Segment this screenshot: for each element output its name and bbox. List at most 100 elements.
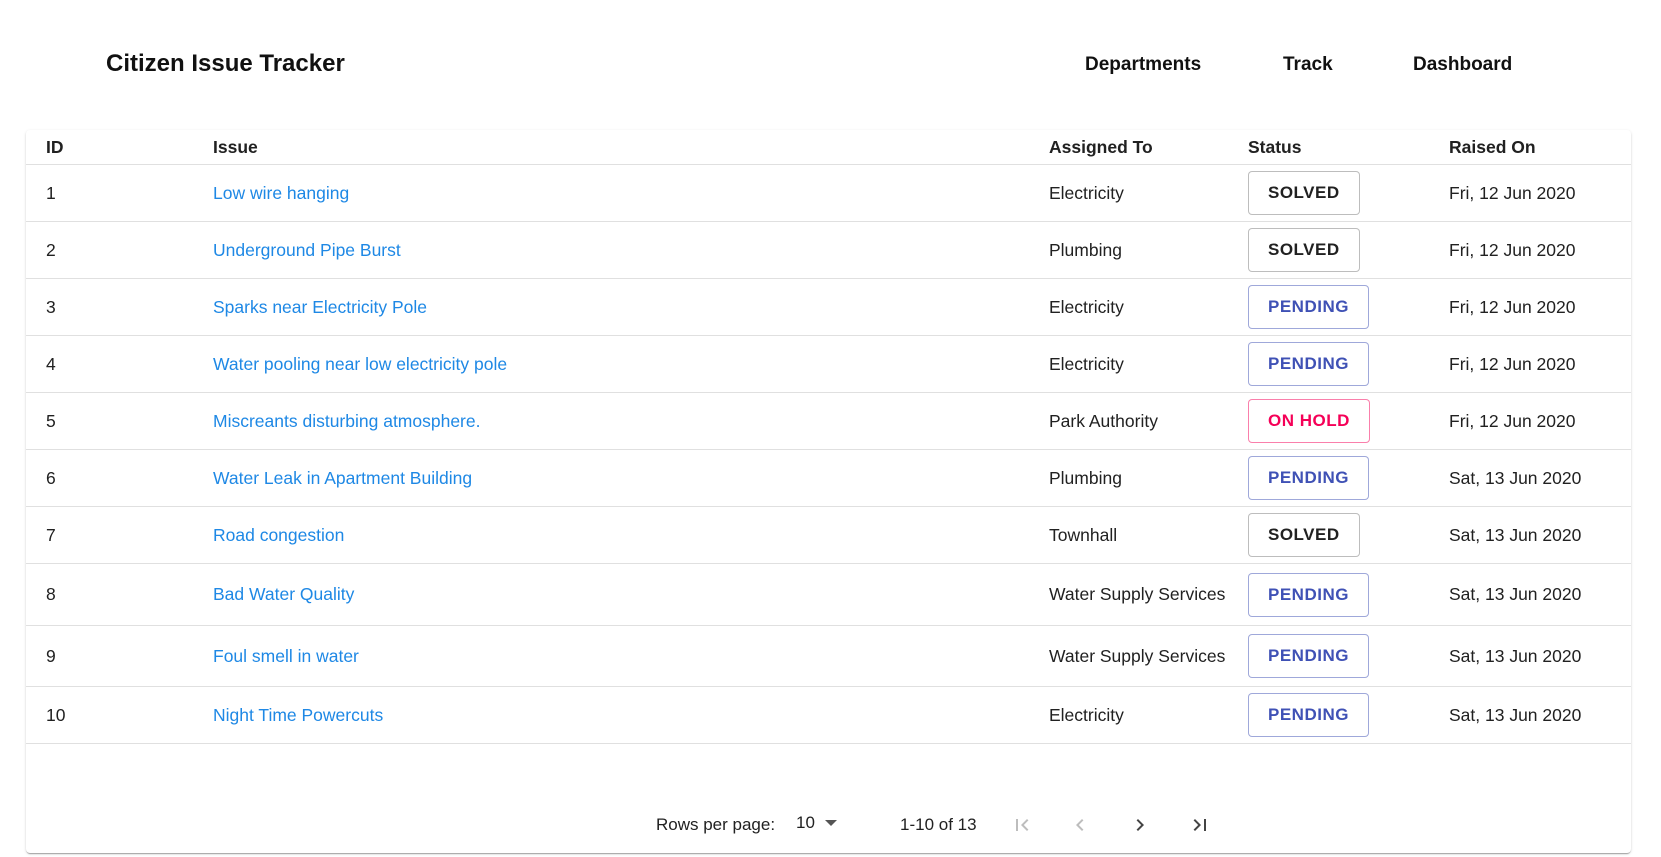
issue-link[interactable]: Low wire hanging bbox=[213, 183, 349, 204]
table-row: 6 Water Leak in Apartment Building Plumbin… bbox=[26, 450, 1631, 507]
row-id: 8 bbox=[46, 584, 56, 604]
row-id: 3 bbox=[46, 296, 56, 317]
last-page-button[interactable] bbox=[1184, 809, 1216, 841]
table-row: 2 Underground Pipe Burst Plumbing SOLVED Fri… bbox=[26, 222, 1631, 279]
table-row: 10 Night Time Powercuts Electricity PENDING… bbox=[26, 687, 1631, 744]
raised-on-date: Sat, 13 Jun 2020 bbox=[1449, 467, 1582, 488]
issue-link[interactable]: Bad Water Quality bbox=[213, 584, 354, 605]
issue-cell: Water Leak in Apartment Building bbox=[213, 450, 1013, 506]
assigned-to: Townhall bbox=[1049, 524, 1118, 545]
row-id: 6 bbox=[46, 467, 56, 488]
issue-cell: Bad Water Quality bbox=[213, 564, 1013, 625]
issue-link[interactable]: Water Leak in Apartment Building bbox=[213, 468, 472, 489]
table-row: 5 Miscreants disturbing atmosphere. Park A… bbox=[26, 393, 1631, 450]
status-cell: PENDING bbox=[1248, 626, 1438, 686]
next-page-button[interactable] bbox=[1124, 809, 1156, 841]
status-cell: PENDING bbox=[1248, 564, 1438, 625]
raised-on-date: Fri, 12 Jun 2020 bbox=[1449, 182, 1576, 203]
issue-link[interactable]: Water pooling near low electricity pole bbox=[213, 354, 507, 375]
column-header-status[interactable]: Status bbox=[1248, 130, 1438, 164]
raised-on-date: Sat, 13 Jun 2020 bbox=[1449, 584, 1582, 604]
table-row: 9 Foul smell in water Water Supply Service… bbox=[26, 626, 1631, 687]
issue-cell: Sparks near Electricity Pole bbox=[213, 279, 1013, 335]
previous-page-button[interactable] bbox=[1064, 809, 1096, 841]
issue-link[interactable]: Road congestion bbox=[213, 525, 344, 546]
row-id: 5 bbox=[46, 410, 56, 431]
status-cell: SOLVED bbox=[1248, 222, 1438, 278]
column-header-id[interactable]: ID bbox=[46, 130, 196, 164]
assigned-to: Plumbing bbox=[1049, 239, 1122, 260]
assigned-to: Park Authority bbox=[1049, 410, 1158, 431]
status-button[interactable]: ON HOLD bbox=[1248, 399, 1370, 443]
assigned-to: Water Supply Services bbox=[1049, 645, 1226, 666]
nav-dashboard[interactable]: Dashboard bbox=[1413, 54, 1512, 76]
issue-link[interactable]: Underground Pipe Burst bbox=[213, 240, 401, 261]
row-id: 10 bbox=[46, 704, 66, 725]
column-header-assigned-to[interactable]: Assigned To bbox=[1049, 130, 1239, 164]
pagination-bar: Rows per page: 10 1-10 of 13 bbox=[26, 795, 1631, 853]
raised-on-date: Sat, 13 Jun 2020 bbox=[1449, 645, 1582, 666]
issue-link[interactable]: Foul smell in water bbox=[213, 646, 359, 667]
rows-per-page-select[interactable]: 10 bbox=[796, 813, 837, 833]
previous-page-icon bbox=[1076, 819, 1084, 831]
first-page-icon bbox=[1016, 819, 1029, 831]
assigned-to: Electricity bbox=[1049, 296, 1124, 317]
status-button[interactable]: PENDING bbox=[1248, 285, 1369, 329]
issue-cell: Underground Pipe Burst bbox=[213, 222, 1013, 278]
status-cell: PENDING bbox=[1248, 336, 1438, 392]
issue-cell: Water pooling near low electricity pole bbox=[213, 336, 1013, 392]
dropdown-caret-icon bbox=[824, 820, 837, 826]
first-page-button[interactable] bbox=[1006, 809, 1038, 841]
app-header: Citizen Issue Tracker Departments Track … bbox=[0, 0, 1661, 130]
column-header-issue[interactable]: Issue bbox=[213, 130, 1013, 164]
status-button[interactable]: SOLVED bbox=[1248, 513, 1360, 557]
issue-cell: Low wire hanging bbox=[213, 165, 1013, 221]
status-button[interactable]: PENDING bbox=[1248, 634, 1369, 678]
rows-per-page-value: 10 bbox=[796, 813, 815, 832]
issue-cell: Night Time Powercuts bbox=[213, 687, 1013, 743]
table-header-row: ID Issue Assigned To Status Raised On bbox=[26, 130, 1631, 165]
pagination-range: 1-10 of 13 bbox=[900, 815, 977, 834]
status-button[interactable]: PENDING bbox=[1248, 572, 1369, 617]
status-button[interactable]: PENDING bbox=[1248, 456, 1369, 500]
status-button[interactable]: SOLVED bbox=[1248, 171, 1360, 215]
issue-cell: Foul smell in water bbox=[213, 626, 1013, 686]
row-id: 9 bbox=[46, 645, 56, 666]
nav-track[interactable]: Track bbox=[1283, 54, 1333, 76]
status-cell: PENDING bbox=[1248, 450, 1438, 506]
issue-cell: Road congestion bbox=[213, 507, 1013, 563]
app-title: Citizen Issue Tracker bbox=[106, 50, 345, 77]
status-button[interactable]: PENDING bbox=[1248, 342, 1369, 386]
last-page-icon bbox=[1193, 819, 1206, 831]
raised-on-date: Fri, 12 Jun 2020 bbox=[1449, 296, 1576, 317]
status-cell: SOLVED bbox=[1248, 507, 1438, 563]
raised-on-date: Fri, 12 Jun 2020 bbox=[1449, 410, 1576, 431]
status-cell: ON HOLD bbox=[1248, 393, 1438, 449]
next-page-icon bbox=[1136, 819, 1144, 831]
assigned-to: Plumbing bbox=[1049, 467, 1122, 488]
assigned-to: Water Supply Services bbox=[1049, 584, 1226, 604]
nav-departments[interactable]: Departments bbox=[1085, 54, 1201, 76]
status-button[interactable]: SOLVED bbox=[1248, 228, 1360, 272]
assigned-to: Electricity bbox=[1049, 704, 1124, 725]
status-cell: PENDING bbox=[1248, 279, 1438, 335]
rows-per-page-label: Rows per page: bbox=[656, 815, 776, 834]
issue-link[interactable]: Miscreants disturbing atmosphere. bbox=[213, 411, 480, 432]
row-id: 1 bbox=[46, 182, 56, 203]
issue-link[interactable]: Sparks near Electricity Pole bbox=[213, 297, 427, 318]
issue-link[interactable]: Night Time Powercuts bbox=[213, 705, 383, 726]
row-id: 2 bbox=[46, 239, 56, 260]
row-id: 7 bbox=[46, 524, 56, 545]
raised-on-date: Sat, 13 Jun 2020 bbox=[1449, 704, 1582, 725]
table-row: 7 Road congestion Townhall SOLVED Sat, 13 Ju… bbox=[26, 507, 1631, 564]
issues-table-container: ID Issue Assigned To Status Raised On 1 L… bbox=[26, 130, 1631, 853]
status-cell: PENDING bbox=[1248, 687, 1438, 743]
issue-cell: Miscreants disturbing atmosphere. bbox=[213, 393, 1013, 449]
table-row: 4 Water pooling near low electricity pole… bbox=[26, 336, 1631, 393]
table-row: 3 Sparks near Electricity Pole Electricity… bbox=[26, 279, 1631, 336]
raised-on-date: Sat, 13 Jun 2020 bbox=[1449, 524, 1582, 545]
raised-on-date: Fri, 12 Jun 2020 bbox=[1449, 239, 1576, 260]
status-button[interactable]: PENDING bbox=[1248, 693, 1369, 737]
column-header-raised-on[interactable]: Raised On bbox=[1449, 130, 1629, 164]
row-id: 4 bbox=[46, 353, 56, 374]
